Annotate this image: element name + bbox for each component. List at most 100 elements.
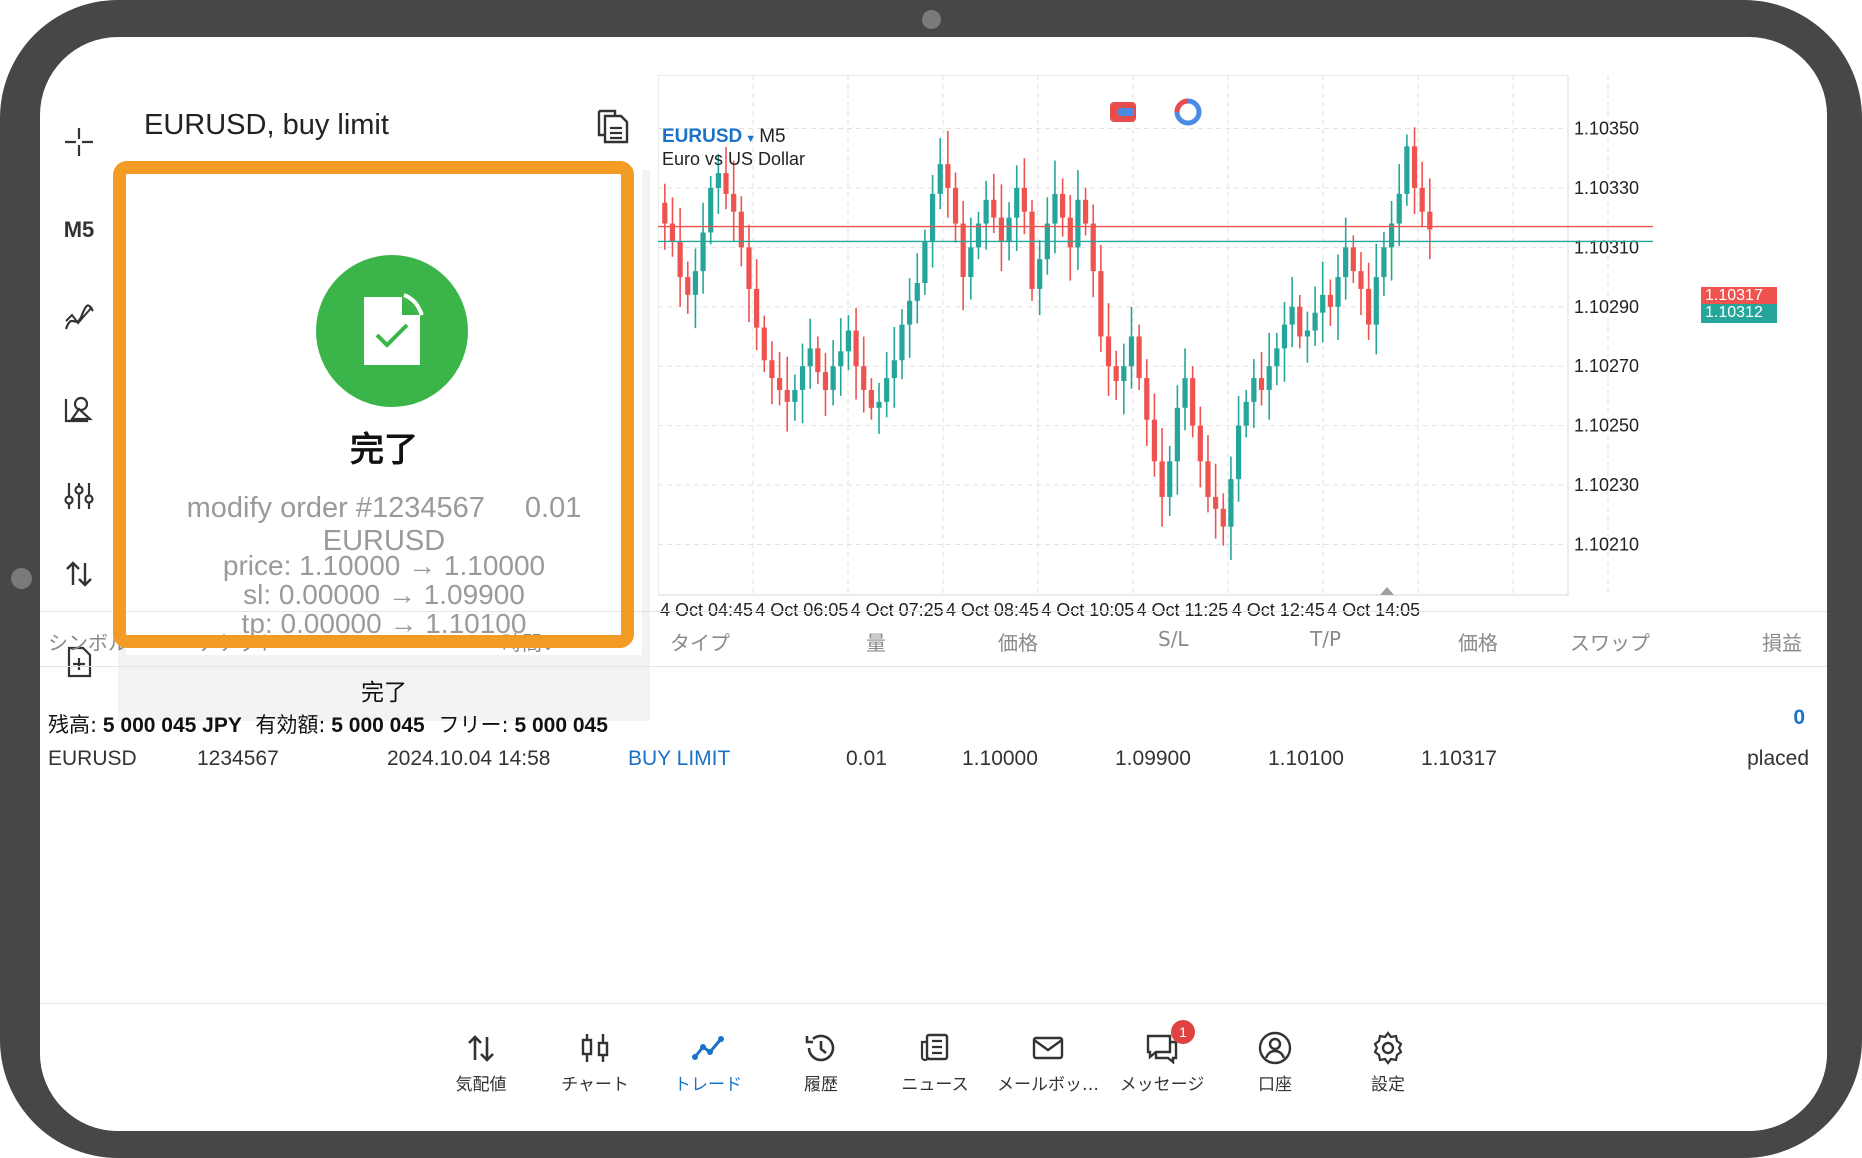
candle-body	[1320, 294, 1326, 313]
nav-history[interactable]: 履歴	[766, 1030, 876, 1095]
candle-body	[945, 164, 951, 188]
candle-body	[914, 283, 920, 301]
chart-canvas[interactable]: 1.10350 1.10330 1.10310 1.10290 1.10270 1.102…	[658, 75, 1788, 620]
nav-label: 設定	[1371, 1075, 1405, 1095]
account-summary: 残高: 5 000 045 JPY 有効額: 5 000 045 フリー: 5 …	[48, 709, 608, 739]
candle-body	[1090, 223, 1096, 272]
col-price[interactable]: 価格	[998, 627, 1038, 656]
col-type[interactable]: タイプ	[670, 627, 730, 656]
candle-body	[1243, 401, 1249, 426]
col-swap[interactable]: スワップ	[1570, 627, 1650, 656]
trade-arrows-icon[interactable]	[48, 549, 110, 599]
candle-body	[1060, 193, 1066, 218]
candle-body	[708, 187, 714, 233]
one-click-trading-icon[interactable]	[1110, 102, 1136, 122]
candle-body	[861, 366, 867, 390]
candle-body	[1014, 187, 1020, 218]
nav-quotes[interactable]: 気配値	[426, 1030, 536, 1095]
price-change: price: 1.10000 → 1.10000	[222, 550, 546, 581]
candle-body	[1419, 187, 1425, 212]
chart-timeframe: M5	[759, 126, 786, 147]
nav-trade[interactable]: トレード	[653, 1030, 763, 1095]
chart-symbol-line[interactable]: EURUSD ▼ M5	[662, 126, 786, 148]
nav-settings[interactable]: 設定	[1333, 1030, 1443, 1095]
candle-body	[1197, 425, 1203, 462]
nav-account[interactable]: 口座	[1220, 1030, 1330, 1095]
nav-label: 気配値	[455, 1075, 507, 1095]
crosshair-icon[interactable]	[48, 117, 110, 167]
y-tick-label: 1.10270	[1574, 356, 1639, 376]
candle-body	[1182, 378, 1188, 408]
candle-body	[1190, 378, 1196, 426]
candle-body	[1327, 294, 1333, 307]
settings-sliders-icon[interactable]	[48, 471, 110, 521]
timeframe-button[interactable]: M5	[48, 205, 110, 255]
front-camera	[922, 10, 941, 29]
candle-body	[1258, 378, 1265, 390]
candle-body	[1335, 277, 1341, 307]
candle-body	[685, 277, 691, 295]
row-current-price: 1.10317	[1421, 747, 1497, 770]
ask-price-label: 1.10312	[1701, 304, 1777, 323]
copy-icon[interactable]	[594, 107, 632, 145]
symbol-dropdown-icon[interactable]: ▼	[742, 133, 759, 145]
col-current-price[interactable]: 価格	[1458, 627, 1498, 656]
row-price: 1.10000	[962, 747, 1038, 770]
nav-mailbox[interactable]: メールボッ…	[993, 1030, 1103, 1095]
col-ticket[interactable]: チケット	[197, 627, 277, 656]
balance-label: 残高:	[48, 713, 98, 737]
table-row[interactable]: EURUSD 1234567 2024.10.04 14:58 BUY LIMI…	[40, 737, 1827, 787]
nav-label: メッセージ	[1119, 1075, 1205, 1095]
chart-symbol[interactable]: EURUSD	[662, 126, 742, 147]
candle-body	[1029, 211, 1035, 289]
nav-messages[interactable]: 1 メッセージ	[1107, 1020, 1217, 1095]
candle-body	[1159, 461, 1165, 497]
indicators-icon[interactable]	[48, 293, 110, 343]
candle-body	[922, 241, 928, 283]
candle-body	[929, 193, 936, 242]
chart-icon	[581, 1034, 609, 1062]
objects-icon[interactable]	[48, 383, 110, 433]
col-tp[interactable]: T/P	[1310, 627, 1341, 651]
nav-label: ニュース	[901, 1075, 969, 1095]
candle-body	[830, 366, 836, 390]
col-profit[interactable]: 損益	[1762, 627, 1802, 656]
candle-body	[1251, 378, 1257, 402]
candle-body	[1213, 496, 1219, 509]
nav-chart[interactable]: チャート	[540, 1030, 650, 1095]
candle-body	[776, 378, 783, 390]
total-profit: 0	[1793, 706, 1805, 729]
candle-body	[731, 193, 737, 212]
trade-icon	[692, 1036, 724, 1060]
col-volume[interactable]: 量	[866, 627, 886, 656]
col-symbol[interactable]: シンボル	[48, 627, 128, 656]
price-chart[interactable]: 1.10350 1.10330 1.10310 1.10290 1.10270 1.102…	[658, 75, 1788, 620]
candle-body	[1075, 199, 1081, 248]
candle-body	[899, 324, 905, 361]
settings-icon	[1373, 1031, 1403, 1065]
col-sl[interactable]: S/L	[1158, 627, 1189, 651]
candle-body	[1037, 259, 1043, 289]
candle-body	[960, 223, 966, 278]
candle-body	[1136, 336, 1142, 379]
nav-news[interactable]: ニュース	[880, 1030, 990, 1095]
candle-body	[692, 271, 699, 295]
col-time[interactable]: 時間↓	[502, 627, 554, 656]
candle-body	[822, 372, 829, 390]
row-tp: 1.10100	[1268, 747, 1344, 770]
candle-body	[769, 360, 775, 379]
device-frame: M5 EURUSD, buy limit 完了 modify order #12…	[0, 0, 1862, 1158]
equity-label: 有効額:	[255, 713, 326, 737]
order-label: modify order #1234567	[186, 492, 485, 524]
candle-body	[1128, 336, 1135, 367]
done-button[interactable]: 完了	[118, 673, 650, 707]
quotes-icon	[468, 1035, 494, 1062]
candle-body	[677, 241, 683, 278]
candle-body	[1274, 348, 1280, 367]
candle-body	[868, 389, 874, 408]
candle-body	[845, 330, 852, 352]
candle-body	[792, 389, 798, 402]
candle-body	[1113, 366, 1119, 382]
candle-body	[1289, 306, 1295, 325]
candle-body	[1082, 199, 1089, 224]
